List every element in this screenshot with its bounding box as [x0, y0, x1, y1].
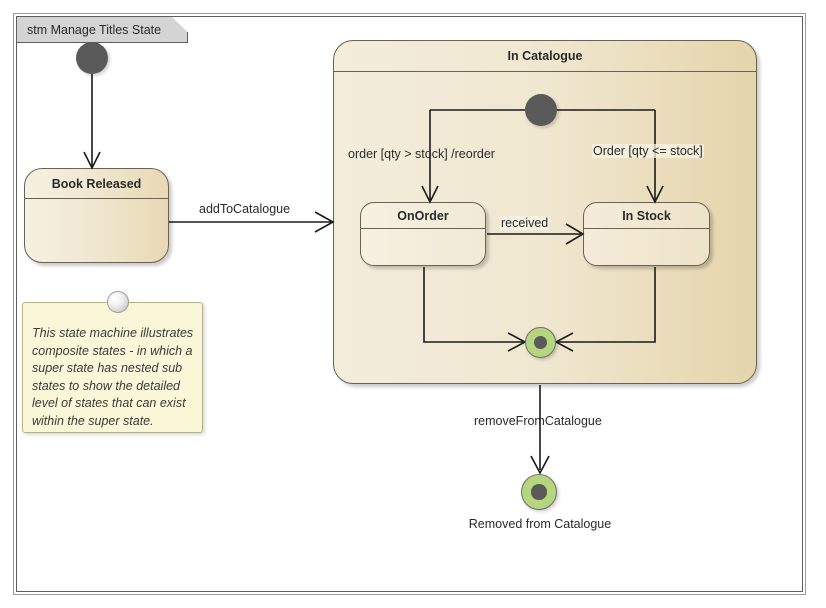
diagram-canvas: stm Manage Titles State In Catalogue Boo…	[0, 0, 826, 608]
diagram-title-label: stm Manage Titles State	[27, 22, 162, 37]
note-text: This state machine illustrates composite…	[32, 326, 194, 428]
initial-node-in-catalogue[interactable]	[525, 94, 557, 126]
state-in-catalogue-divider	[334, 71, 756, 72]
diagram-title-tab[interactable]: stm Manage Titles State	[17, 17, 188, 43]
state-book-released-divider	[25, 198, 168, 199]
state-instock-title: In Stock	[622, 209, 671, 223]
state-onorder[interactable]: OnOrder	[360, 202, 486, 266]
state-book-released[interactable]: Book Released	[24, 168, 169, 263]
state-instock[interactable]: In Stock	[583, 202, 710, 266]
transition-label-received[interactable]: received	[500, 216, 550, 230]
note-pin-icon	[107, 291, 129, 313]
initial-node-main[interactable]	[76, 42, 108, 74]
state-book-released-title: Book Released	[51, 177, 142, 191]
transition-label-remove-from-catalogue[interactable]: removeFromCatalogue	[474, 414, 602, 428]
note-box[interactable]: This state machine illustrates composite…	[22, 302, 203, 433]
state-onorder-title: OnOrder	[397, 209, 449, 223]
transition-label-order-lte-stock[interactable]: Order [qty <= stock]	[592, 144, 704, 158]
state-in-catalogue-title: In Catalogue	[507, 49, 583, 63]
transition-label-order-reorder[interactable]: order [qty > stock] /reorder	[348, 147, 495, 161]
final-node-removed-from-catalogue[interactable]	[521, 474, 557, 510]
final-node-core	[531, 484, 547, 500]
final-node-core	[533, 335, 548, 350]
final-node-caption-removed: Removed from Catalogue	[468, 517, 612, 531]
final-node-in-catalogue[interactable]	[525, 327, 556, 358]
state-onorder-divider	[361, 228, 485, 229]
transition-label-add-to-catalogue[interactable]: addToCatalogue	[199, 202, 290, 216]
state-instock-divider	[584, 228, 709, 229]
